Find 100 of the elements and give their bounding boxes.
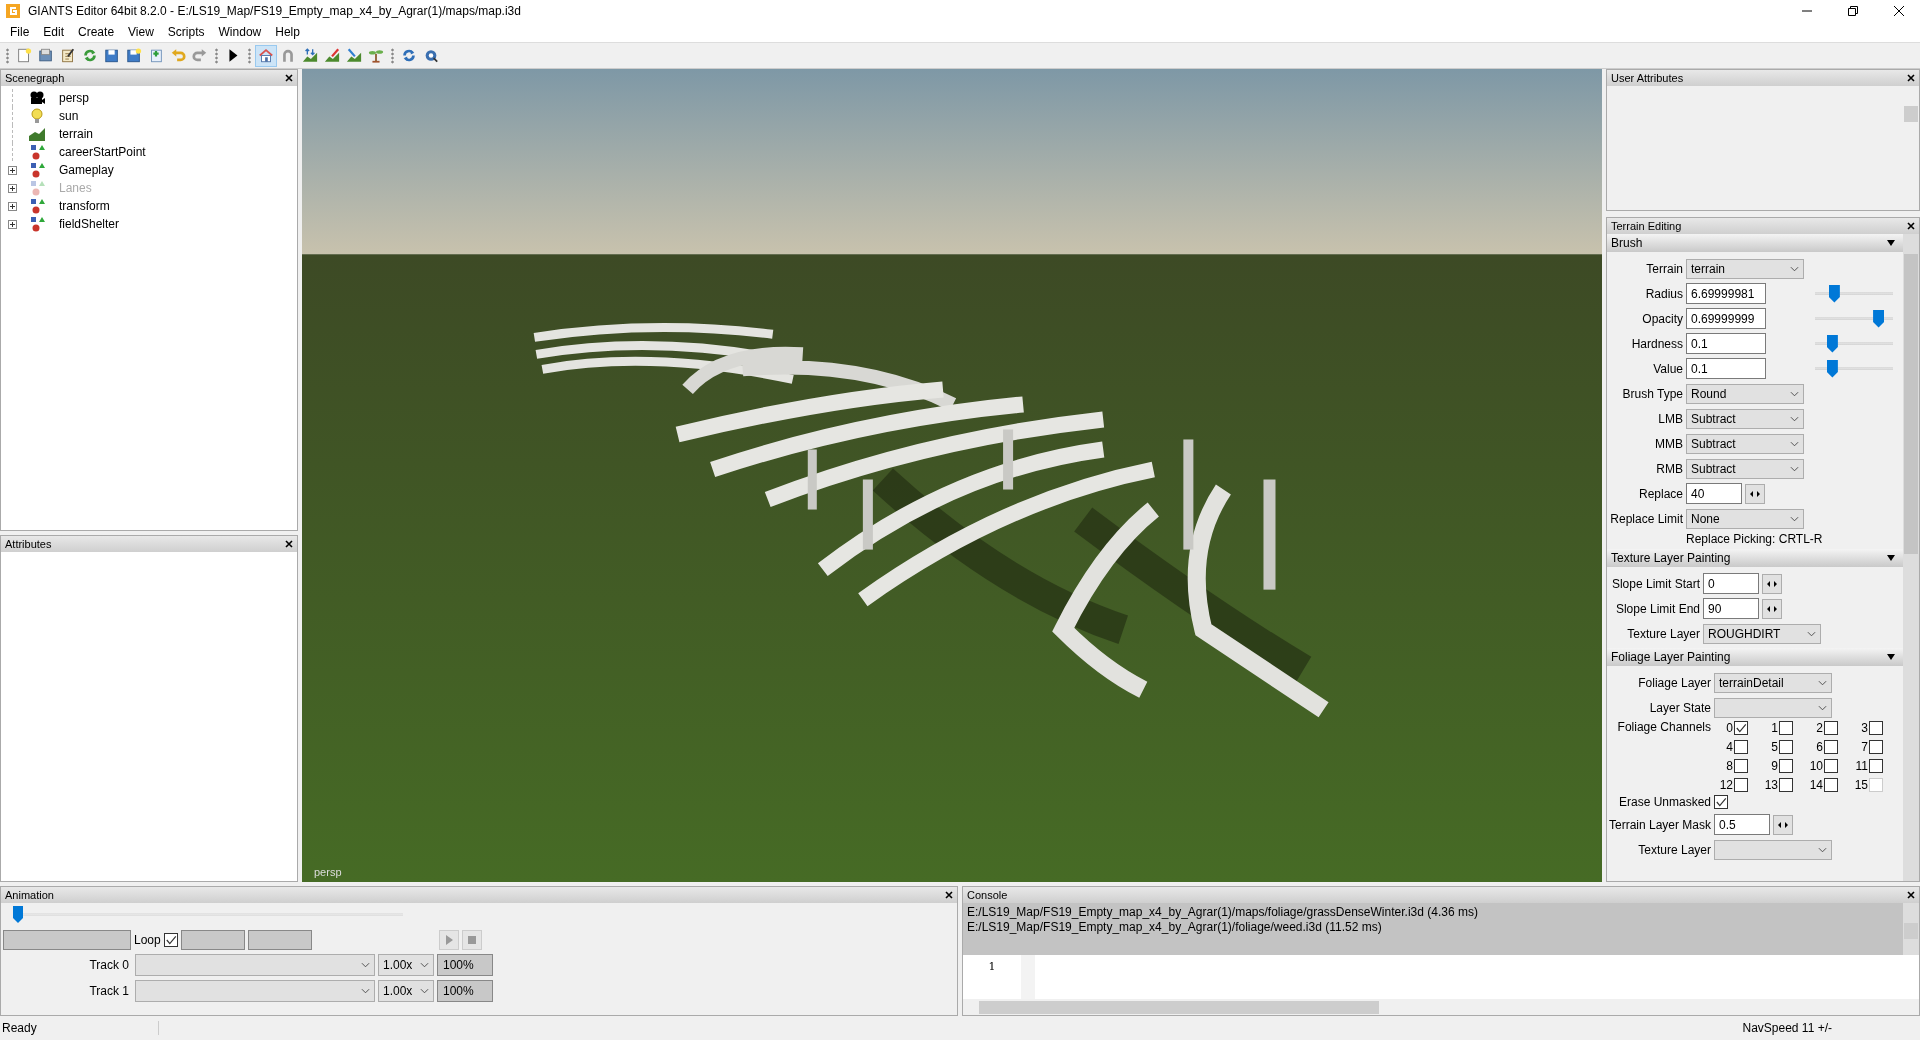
text-field[interactable]: 0.69999999 <box>1686 308 1766 329</box>
spin-button[interactable] <box>1762 573 1782 594</box>
arrows-icon <box>1778 821 1788 828</box>
spin-button[interactable] <box>1745 483 1765 504</box>
text-field[interactable] <box>180 930 245 950</box>
close-icon[interactable] <box>285 540 293 548</box>
text-field[interactable]: 90 <box>1703 598 1759 619</box>
close-icon[interactable] <box>1907 222 1915 230</box>
checkbox[interactable] <box>1824 778 1838 792</box>
checkbox[interactable] <box>1779 740 1793 754</box>
caret-icon <box>361 988 370 994</box>
slider-thumb[interactable] <box>1826 359 1838 378</box>
checkbox[interactable] <box>1869 740 1883 754</box>
expand-icon[interactable] <box>8 165 17 175</box>
toolbar-grip[interactable] <box>6 47 9 64</box>
text-field[interactable]: 0.1 <box>1686 333 1766 354</box>
expand-icon[interactable] <box>8 219 17 229</box>
slider-thumb[interactable] <box>1873 309 1885 328</box>
close-icon[interactable] <box>1907 891 1915 899</box>
channel-label: 4 <box>1725 740 1733 754</box>
dropdown[interactable]: Subtract <box>1686 433 1804 454</box>
plant-icon <box>368 47 384 64</box>
menu-item[interactable]: Edit <box>36 25 72 39</box>
tree-item[interactable]: terrain <box>59 127 93 141</box>
caret-icon <box>1790 440 1799 447</box>
slider-thumb[interactable] <box>1828 284 1840 303</box>
tree-item[interactable]: Gameplay <box>59 163 114 177</box>
collapse-icon[interactable] <box>1887 554 1895 562</box>
menu-item[interactable]: File <box>3 25 37 39</box>
panel-title: Console <box>967 889 1008 901</box>
text-field[interactable]: 40 <box>1686 483 1742 504</box>
close-icon[interactable] <box>285 74 293 82</box>
menu-item[interactable]: View <box>121 25 161 39</box>
tree-item[interactable]: sun <box>59 109 79 123</box>
home-button[interactable] <box>255 44 277 67</box>
checkbox[interactable] <box>1869 759 1883 773</box>
menu-item[interactable]: Scripts <box>160 25 212 39</box>
channel-label: 9 <box>1770 759 1778 773</box>
checkbox[interactable] <box>1734 721 1748 735</box>
caret-icon <box>420 988 429 994</box>
text-field[interactable]: 0 <box>1703 573 1759 594</box>
collapse-icon[interactable] <box>1887 239 1895 247</box>
checkbox[interactable] <box>1734 740 1748 754</box>
tree-item[interactable]: transform <box>59 199 110 213</box>
tree-item[interactable]: fieldShelter <box>59 217 120 231</box>
close-icon[interactable] <box>1907 74 1915 82</box>
checkbox[interactable] <box>1779 721 1793 735</box>
checkbox[interactable] <box>163 933 178 947</box>
dropdown[interactable]: ROUGHDIRT <box>1703 623 1821 644</box>
checkbox[interactable] <box>1869 721 1883 735</box>
toolbar-grip[interactable] <box>248 47 251 64</box>
toolbar-grip[interactable] <box>215 47 218 64</box>
dropdown[interactable]: terrainDetail <box>1714 672 1832 693</box>
tree-item[interactable]: careerStartPoint <box>59 145 146 159</box>
caret-icon <box>1790 265 1799 272</box>
text-field[interactable]: 100% <box>437 954 493 976</box>
channel-label: 6 <box>1815 740 1823 754</box>
checkbox[interactable] <box>1824 740 1838 754</box>
terrain-icon <box>29 126 45 142</box>
expand-icon[interactable] <box>8 201 17 211</box>
tree-item[interactable]: persp <box>59 91 90 105</box>
checkbox[interactable] <box>1734 759 1748 773</box>
dropdown[interactable]: 1.00x <box>378 954 434 976</box>
section-header[interactable]: Texture Layer Painting <box>1607 549 1903 567</box>
text-field[interactable]: 6.69999981 <box>1686 283 1766 304</box>
dropdown[interactable]: Subtract <box>1686 408 1804 429</box>
dropdown[interactable]: Subtract <box>1686 458 1804 479</box>
slider-thumb[interactable] <box>1826 334 1838 353</box>
text-field[interactable]: 100% <box>437 980 493 1002</box>
menu-item[interactable]: Window <box>211 25 269 39</box>
dropdown[interactable]: terrain <box>1686 258 1804 279</box>
slider-thumb[interactable] <box>13 906 23 923</box>
spin-button[interactable] <box>1762 598 1782 619</box>
checkbox[interactable] <box>1714 795 1728 809</box>
toolbar-grip[interactable] <box>391 47 394 64</box>
spin-button[interactable] <box>1773 814 1793 835</box>
menu-item[interactable]: Create <box>71 25 122 39</box>
menu-item[interactable]: Help <box>268 25 307 39</box>
close-icon[interactable] <box>1894 6 1904 16</box>
checkbox[interactable] <box>1824 721 1838 735</box>
restore-icon[interactable] <box>1848 6 1858 16</box>
checkbox[interactable] <box>1779 759 1793 773</box>
dropdown[interactable]: None <box>1686 508 1804 529</box>
dropdown[interactable]: 1.00x <box>378 980 434 1002</box>
caret-icon <box>1790 465 1799 472</box>
panel-title: Attributes <box>5 538 52 550</box>
dropdown[interactable]: Round <box>1686 383 1804 404</box>
section-header[interactable]: Brush <box>1607 234 1903 252</box>
scrollbar[interactable] <box>1903 903 1919 955</box>
text-field[interactable]: 0.1 <box>1686 358 1766 379</box>
scrollbar[interactable] <box>1903 234 1919 881</box>
text-field[interactable]: 0.5 <box>1714 814 1770 835</box>
close-icon[interactable] <box>945 891 953 899</box>
text-field[interactable] <box>247 930 312 950</box>
checkbox[interactable] <box>1734 778 1748 792</box>
section-header[interactable]: Foliage Layer Painting <box>1607 648 1903 666</box>
text-field[interactable] <box>3 930 131 950</box>
checkbox[interactable] <box>1779 778 1793 792</box>
checkbox[interactable] <box>1824 759 1838 773</box>
collapse-icon[interactable] <box>1887 653 1895 661</box>
